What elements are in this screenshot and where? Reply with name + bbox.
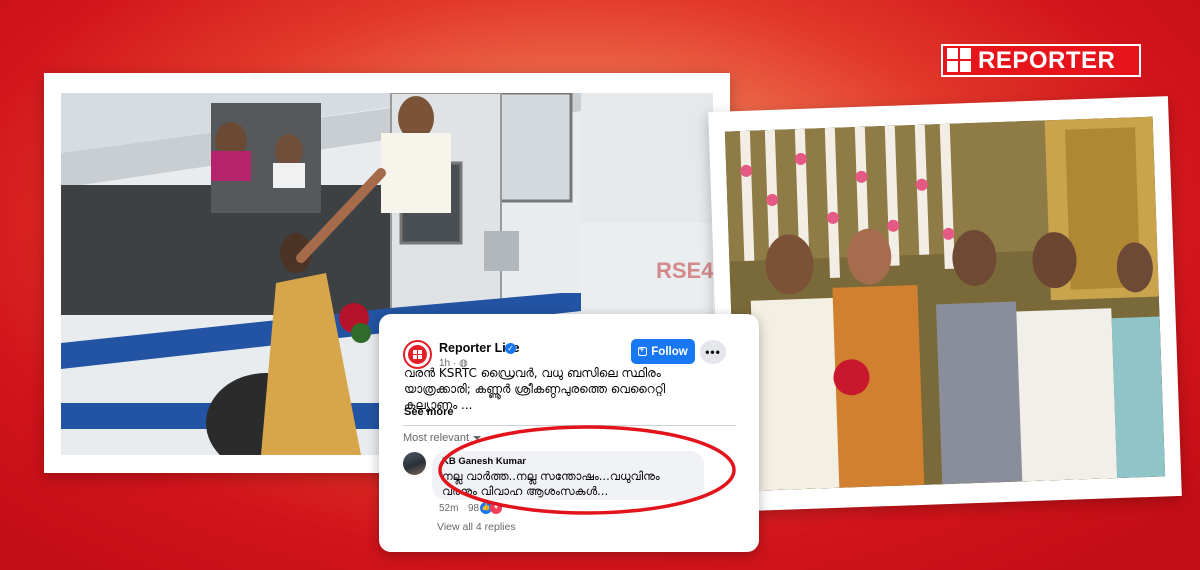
follow-icon	[638, 344, 648, 356]
comment-author[interactable]: KB Ganesh Kumar	[442, 456, 694, 467]
wedding-photo-frame	[708, 96, 1182, 512]
comment-text: നല്ല വാർത്ത..നല്ല സന്തോഷം...വധുവിനും വരന…	[442, 469, 694, 499]
comment-time[interactable]: 52m	[439, 503, 458, 514]
wedding-stage-photo	[724, 116, 1166, 492]
svg-text:RSE40: RSE40	[656, 258, 713, 283]
comment-bubble: KB Ganesh Kumar നല്ല വാർത്ത..നല്ല സന്തോഷ…	[432, 451, 704, 500]
comment-sort-label: Most relevant	[403, 432, 470, 444]
reporter-logo: REPORTER	[941, 44, 1141, 77]
caret-down-icon	[473, 436, 482, 441]
reactions-count: 98	[468, 502, 480, 514]
more-options-button[interactable]: •••	[700, 340, 726, 364]
facebook-post-card: Reporter Live ✓ 1h · ◍ Follow ••• വരൻ KS…	[379, 314, 759, 552]
comment-text-line: നല്ല വാർത്ത..നല്ല സന്തോഷം...വധുവിനും	[442, 469, 660, 483]
view-replies-link[interactable]: View all 4 replies	[437, 521, 516, 533]
comment-text-line: വരനും വിവാഹ ആശംസകൾ...	[442, 484, 609, 498]
follow-button[interactable]: Follow	[631, 339, 695, 364]
see-more-link[interactable]: See more	[404, 406, 454, 418]
comment-reactions[interactable]: 98 👍 ♥	[468, 502, 503, 514]
divider	[403, 425, 736, 426]
post-text-line: വരൻ KSRTC ഡ്രൈവർ, വധു ബസിലെ സ്ഥിരം	[404, 366, 661, 380]
reporter-logo-mark	[945, 46, 975, 75]
follow-label: Follow	[651, 345, 688, 358]
reporter-logo-icon	[408, 345, 427, 364]
comment-sort-dropdown[interactable]: Most relevant	[403, 432, 482, 444]
commenter-avatar[interactable]	[403, 452, 426, 475]
check-badge-icon: ✓	[505, 343, 516, 354]
more-dots-icon: •••	[705, 345, 721, 359]
reporter-logo-text: REPORTER	[978, 46, 1116, 74]
love-reaction-icon: ♥	[490, 502, 503, 514]
post-text-line: യാത്രക്കാരി; കണ്ണൂർ ശ്രീകണ്ഠപുരത്തെ വെറൈ…	[404, 382, 666, 396]
